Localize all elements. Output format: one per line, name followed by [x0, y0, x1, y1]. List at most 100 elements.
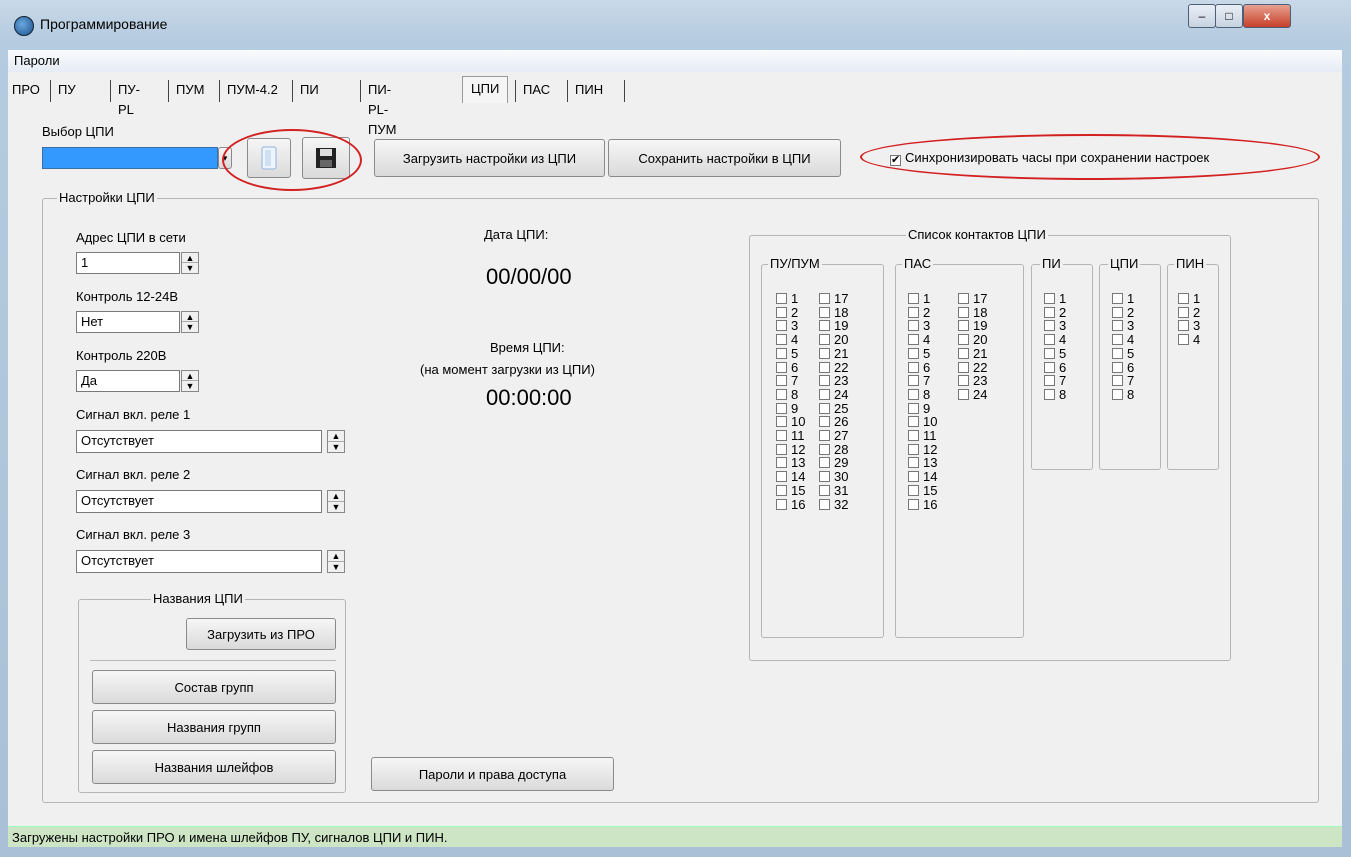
contact-checkbox[interactable]: 4: [1112, 333, 1134, 346]
contact-checkbox[interactable]: 31: [819, 484, 848, 497]
checkbox-unchecked[interactable]: [1112, 347, 1123, 359]
checkbox-unchecked[interactable]: [776, 484, 787, 496]
contact-checkbox[interactable]: 23: [819, 374, 848, 387]
contact-checkbox[interactable]: 4: [776, 333, 798, 346]
checkbox-unchecked[interactable]: [1044, 347, 1055, 359]
contact-checkbox[interactable]: 3: [908, 319, 930, 332]
contact-checkbox[interactable]: 15: [776, 484, 805, 497]
checkbox-unchecked[interactable]: [819, 334, 830, 346]
checkbox-unchecked[interactable]: [819, 471, 830, 483]
contact-checkbox[interactable]: 19: [958, 319, 987, 332]
checkbox-unchecked[interactable]: [1044, 334, 1055, 346]
contact-checkbox[interactable]: 8: [1044, 388, 1066, 401]
contact-checkbox[interactable]: 5: [776, 347, 798, 360]
contact-checkbox[interactable]: 15: [908, 484, 937, 497]
contact-checkbox[interactable]: 5: [908, 347, 930, 360]
checkbox-unchecked[interactable]: [776, 347, 787, 359]
contact-checkbox[interactable]: 30: [819, 470, 848, 483]
checkbox-unchecked[interactable]: [958, 320, 969, 332]
contact-checkbox[interactable]: 21: [958, 347, 987, 360]
contact-checkbox[interactable]: 21: [819, 347, 848, 360]
contact-checkbox[interactable]: 8: [908, 388, 930, 401]
contact-checkbox[interactable]: 4: [908, 333, 930, 346]
contact-checkbox[interactable]: 6: [1044, 361, 1066, 374]
contact-checkbox[interactable]: 3: [776, 319, 798, 332]
contact-checkbox[interactable]: 12: [776, 443, 805, 456]
checkbox-unchecked[interactable]: [819, 416, 830, 428]
contact-checkbox[interactable]: 10: [776, 415, 805, 428]
contact-checkbox[interactable]: 18: [819, 306, 848, 319]
checkbox-unchecked[interactable]: [1178, 334, 1189, 346]
checkbox-unchecked[interactable]: [1112, 375, 1123, 387]
checkbox-unchecked[interactable]: [819, 498, 830, 510]
checkbox-unchecked[interactable]: [776, 293, 787, 304]
checkbox-unchecked[interactable]: [958, 375, 969, 387]
checkbox-unchecked[interactable]: [776, 443, 787, 455]
checkbox-unchecked[interactable]: [776, 375, 787, 387]
checkbox-unchecked[interactable]: [819, 388, 830, 400]
title-bar[interactable]: Программирование – □ x: [0, 0, 1351, 50]
contact-checkbox[interactable]: 2: [908, 306, 930, 319]
contact-checkbox[interactable]: 20: [958, 333, 987, 346]
checkbox-unchecked[interactable]: [1044, 320, 1055, 332]
contact-checkbox[interactable]: 2: [1178, 306, 1200, 319]
contact-checkbox[interactable]: 12: [908, 443, 937, 456]
contact-checkbox[interactable]: 3: [1178, 319, 1200, 332]
contact-checkbox[interactable]: 23: [958, 374, 987, 387]
checkbox-unchecked[interactable]: [958, 334, 969, 346]
contact-checkbox[interactable]: 2: [1112, 306, 1134, 319]
checkbox-unchecked[interactable]: [908, 416, 919, 428]
contact-checkbox[interactable]: 22: [958, 361, 987, 374]
contact-checkbox[interactable]: 1: [1178, 292, 1200, 305]
contact-checkbox[interactable]: 26: [819, 415, 848, 428]
contact-checkbox[interactable]: 7: [908, 374, 930, 387]
contact-checkbox[interactable]: 27: [819, 429, 848, 442]
checkbox-unchecked[interactable]: [819, 443, 830, 455]
checkbox-unchecked[interactable]: [776, 416, 787, 428]
contact-checkbox[interactable]: 5: [1044, 347, 1066, 360]
checkbox-unchecked[interactable]: [776, 388, 787, 400]
checkbox-unchecked[interactable]: [776, 306, 787, 318]
checkbox-unchecked[interactable]: [1112, 334, 1123, 346]
contact-checkbox[interactable]: 11: [776, 429, 805, 442]
checkbox-unchecked[interactable]: [819, 430, 830, 441]
checkbox-unchecked[interactable]: [958, 388, 969, 400]
contact-checkbox[interactable]: 24: [819, 388, 848, 401]
checkbox-unchecked[interactable]: [819, 320, 830, 332]
checkbox-unchecked[interactable]: [776, 402, 787, 414]
checkbox-unchecked[interactable]: [1044, 293, 1055, 304]
checkbox-unchecked[interactable]: [776, 334, 787, 346]
contact-checkbox[interactable]: 9: [776, 402, 798, 415]
checkbox-unchecked[interactable]: [1112, 306, 1123, 318]
checkbox-unchecked[interactable]: [958, 293, 969, 304]
checkbox-unchecked[interactable]: [908, 471, 919, 483]
checkbox-unchecked[interactable]: [819, 402, 830, 414]
checkbox-unchecked[interactable]: [776, 457, 787, 469]
contact-checkbox[interactable]: 3: [1112, 319, 1134, 332]
checkbox-unchecked[interactable]: [908, 306, 919, 318]
contact-checkbox[interactable]: 1: [1044, 292, 1066, 305]
contact-checkbox[interactable]: 14: [776, 470, 805, 483]
contact-checkbox[interactable]: 4: [1044, 333, 1066, 346]
checkbox-unchecked[interactable]: [776, 498, 787, 510]
checkbox-unchecked[interactable]: [776, 471, 787, 483]
contact-checkbox[interactable]: 22: [819, 361, 848, 374]
checkbox-unchecked[interactable]: [819, 293, 830, 304]
contact-checkbox[interactable]: 4: [1178, 333, 1200, 346]
contact-checkbox[interactable]: 24: [958, 388, 987, 401]
checkbox-unchecked[interactable]: [776, 430, 787, 441]
checkbox-unchecked[interactable]: [908, 498, 919, 510]
checkbox-unchecked[interactable]: [908, 361, 919, 373]
checkbox-unchecked[interactable]: [776, 320, 787, 332]
checkbox-unchecked[interactable]: [908, 334, 919, 346]
contact-checkbox[interactable]: 14: [908, 470, 937, 483]
contact-checkbox[interactable]: 1: [776, 292, 798, 305]
contact-checkbox[interactable]: 8: [1112, 388, 1134, 401]
contact-checkbox[interactable]: 1: [1112, 292, 1134, 305]
checkbox-unchecked[interactable]: [819, 347, 830, 359]
contact-checkbox[interactable]: 25: [819, 402, 848, 415]
checkbox-unchecked[interactable]: [1178, 320, 1189, 332]
checkbox-unchecked[interactable]: [819, 375, 830, 387]
contact-checkbox[interactable]: 2: [776, 306, 798, 319]
contact-checkbox[interactable]: 7: [776, 374, 798, 387]
